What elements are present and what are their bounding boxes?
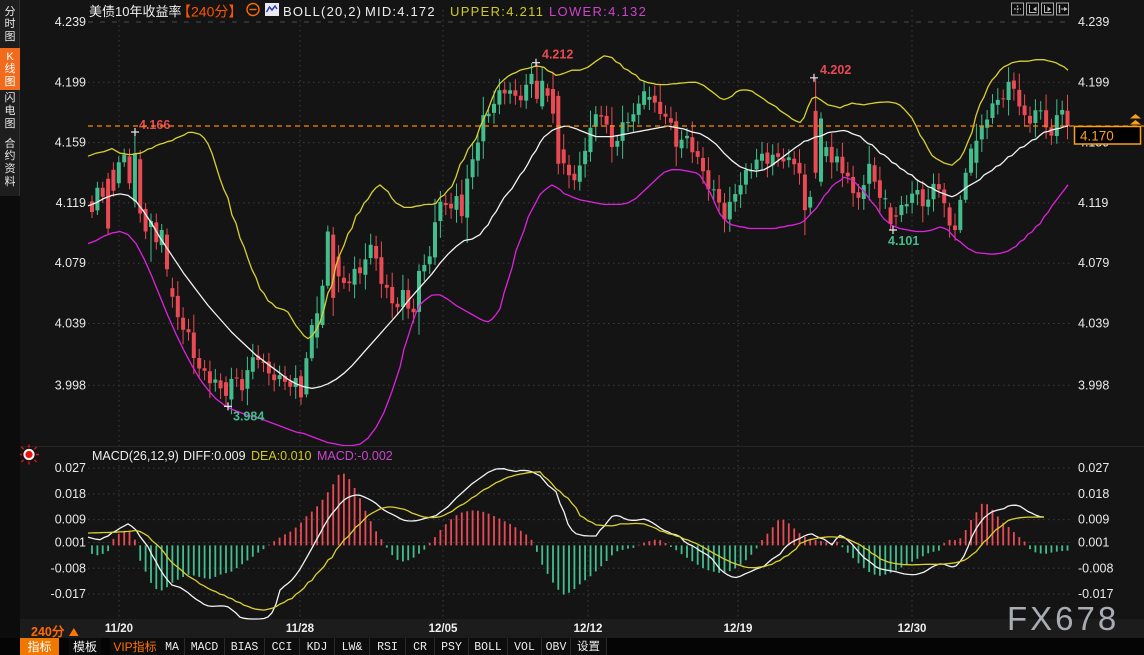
svg-text:12/19: 12/19 bbox=[724, 620, 753, 636]
svg-text:4.079: 4.079 bbox=[55, 252, 86, 271]
svg-text:DEA:0.010: DEA:0.010 bbox=[251, 445, 312, 464]
svg-text:0.001: 0.001 bbox=[1078, 532, 1109, 551]
svg-text:美债10年收益率: 美债10年收益率 bbox=[89, 1, 181, 20]
svg-text:0.027: 0.027 bbox=[55, 457, 86, 476]
svg-text:3.984: 3.984 bbox=[233, 405, 264, 424]
svg-text:3.998: 3.998 bbox=[1078, 374, 1109, 393]
svg-text:MID:4.172: MID:4.172 bbox=[365, 1, 436, 20]
svg-text:DIFF:0.009: DIFF:0.009 bbox=[183, 445, 246, 464]
svg-text:BOLL(20,2): BOLL(20,2) bbox=[283, 1, 362, 20]
svg-text:4.101: 4.101 bbox=[888, 230, 919, 249]
svg-text:4.170: 4.170 bbox=[1080, 125, 1114, 145]
svg-text:-0.008: -0.008 bbox=[51, 557, 86, 576]
svg-text:FX678: FX678 bbox=[1007, 592, 1119, 640]
svg-text:4.202: 4.202 bbox=[820, 59, 851, 78]
svg-text:4.039: 4.039 bbox=[55, 313, 86, 332]
svg-text:11/28: 11/28 bbox=[286, 620, 315, 636]
svg-text:4.212: 4.212 bbox=[542, 44, 573, 63]
svg-text:0.001: 0.001 bbox=[55, 532, 86, 551]
svg-text:MACD(26,12,9): MACD(26,12,9) bbox=[92, 445, 179, 464]
svg-text:4.039: 4.039 bbox=[1078, 313, 1109, 332]
svg-text:-0.017: -0.017 bbox=[51, 583, 86, 602]
svg-text:11/20: 11/20 bbox=[105, 620, 133, 636]
svg-text:4.239: 4.239 bbox=[1078, 11, 1109, 30]
svg-text:12/05: 12/05 bbox=[429, 620, 458, 636]
svg-text:4.119: 4.119 bbox=[1078, 192, 1108, 211]
svg-text:4.239: 4.239 bbox=[55, 11, 86, 30]
svg-text:4.079: 4.079 bbox=[1078, 252, 1109, 271]
svg-text:MACD:-0.002: MACD:-0.002 bbox=[317, 445, 393, 464]
svg-text:【240分】: 【240分】 bbox=[177, 2, 242, 22]
svg-text:0.027: 0.027 bbox=[1078, 457, 1109, 476]
svg-text:LOWER:4.132: LOWER:4.132 bbox=[549, 1, 647, 20]
svg-text:UPPER:4.211: UPPER:4.211 bbox=[450, 1, 544, 20]
svg-text:3.998: 3.998 bbox=[55, 374, 86, 393]
svg-text:4.159: 4.159 bbox=[55, 132, 86, 151]
svg-text:4.199: 4.199 bbox=[55, 71, 86, 90]
svg-text:12/30: 12/30 bbox=[898, 620, 927, 636]
svg-text:4.166: 4.166 bbox=[139, 114, 170, 133]
svg-text:12/12: 12/12 bbox=[574, 620, 603, 636]
svg-text:0.009: 0.009 bbox=[1078, 509, 1109, 528]
svg-text:0.009: 0.009 bbox=[55, 509, 86, 528]
svg-text:4.199: 4.199 bbox=[1078, 71, 1109, 90]
svg-text:0.018: 0.018 bbox=[55, 483, 86, 502]
svg-text:0.018: 0.018 bbox=[1078, 483, 1109, 502]
svg-text:-0.008: -0.008 bbox=[1078, 557, 1113, 576]
svg-text:4.119: 4.119 bbox=[56, 192, 86, 211]
